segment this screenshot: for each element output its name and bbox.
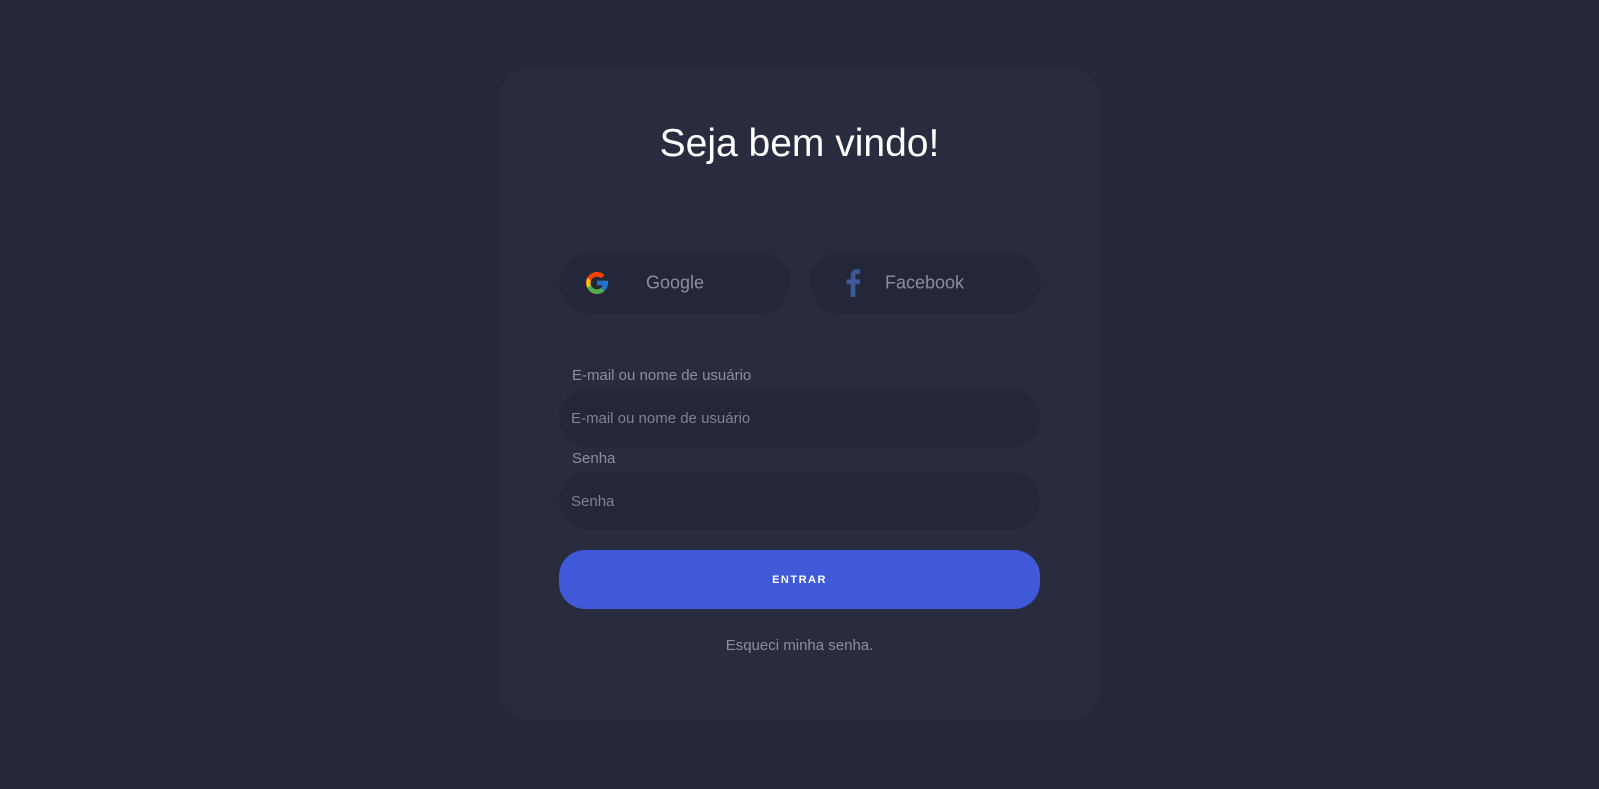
password-field[interactable] — [559, 472, 1040, 530]
email-label: E-mail ou nome de usuário — [572, 367, 752, 384]
google-login-button[interactable]: Google — [559, 252, 790, 314]
login-submit-button[interactable]: ENTRAR — [559, 550, 1040, 609]
google-button-label: Google — [646, 272, 705, 293]
forgot-password-container: Esqueci minha senha. — [0, 637, 1599, 654]
facebook-login-button[interactable]: Facebook — [810, 252, 1041, 314]
google-icon — [584, 270, 610, 296]
page-title: Seja bem vindo! — [659, 122, 940, 165]
forgot-password-link[interactable]: Esqueci minha senha. — [726, 637, 874, 654]
password-label: Senha — [572, 450, 616, 467]
facebook-icon — [840, 269, 866, 297]
email-field[interactable] — [559, 389, 1040, 447]
facebook-button-label: Facebook — [885, 272, 965, 293]
